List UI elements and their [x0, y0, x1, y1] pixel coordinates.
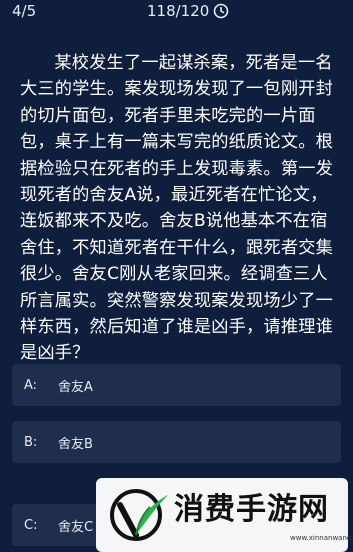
- timer-value: 118/120: [147, 2, 210, 20]
- option-a[interactable]: A: 舍友A: [12, 364, 341, 406]
- option-label: 舍友A: [58, 379, 93, 395]
- option-label: 舍友B: [58, 436, 93, 452]
- option-letter: B:: [24, 434, 38, 450]
- option-b[interactable]: B: 舍友B: [12, 421, 341, 463]
- site-watermark: 消费手游网 www.xinnanwang.com: [96, 478, 353, 552]
- option-letter: A:: [24, 377, 38, 393]
- option-label: 舍友C: [58, 519, 94, 535]
- timer: 118/120: [147, 2, 229, 20]
- top-bar: 4/5 118/120: [0, 0, 353, 24]
- watermark-url: www.xinnanwang.com: [290, 534, 353, 542]
- clock-icon: [214, 3, 229, 19]
- watermark-title: 消费手游网: [174, 492, 329, 527]
- option-letter: C:: [24, 517, 38, 533]
- question-text: 某校发生了一起谋杀案，死者是一名大三的学生。案发现场发现了一包刚开封的切片面包，…: [20, 53, 333, 364]
- question-progress: 4/5: [12, 2, 37, 20]
- leaf-check-logo: [110, 489, 168, 541]
